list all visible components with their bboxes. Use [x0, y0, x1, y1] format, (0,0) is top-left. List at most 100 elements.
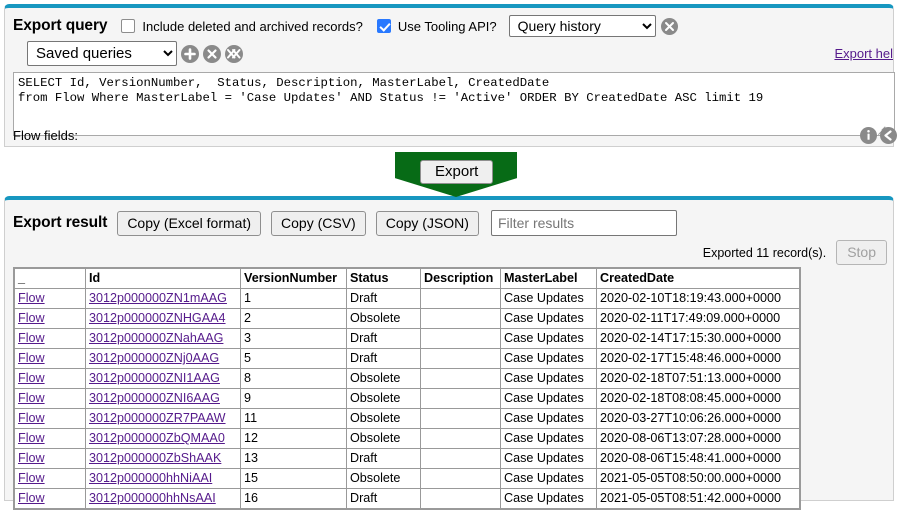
cell-object[interactable]: Flow: [13, 328, 86, 349]
cell-createddate: 2020-02-17T15:48:46.000+0000: [596, 348, 801, 369]
cell-object-link[interactable]: Flow: [18, 451, 45, 465]
results-table: _ Id VersionNumber Status Description Ma…: [13, 267, 801, 510]
cell-id[interactable]: 3012p000000ZbShAAK: [85, 448, 241, 469]
column-header-createddate[interactable]: CreatedDate: [596, 267, 801, 289]
cell-id[interactable]: 3012p000000ZNj0AAG: [85, 348, 241, 369]
column-header-description[interactable]: Description: [420, 267, 501, 289]
cell-object[interactable]: Flow: [13, 408, 86, 429]
cell-id[interactable]: 3012p000000hhNiAAI: [85, 468, 241, 489]
cell-object[interactable]: Flow: [13, 428, 86, 449]
cell-object-link[interactable]: Flow: [18, 371, 45, 385]
cell-object[interactable]: Flow: [13, 468, 86, 489]
info-circle-icon[interactable]: [860, 127, 877, 144]
cell-description: [420, 288, 501, 309]
copy-json-button[interactable]: Copy (JSON): [375, 210, 479, 236]
query-options-row: Export query Include deleted and archive…: [13, 14, 893, 38]
cell-createddate: 2020-03-27T10:06:26.000+0000: [596, 408, 801, 429]
column-header-object[interactable]: _: [13, 267, 86, 289]
cell-id-link[interactable]: 3012p000000ZR7PAAW: [89, 411, 226, 425]
cell-masterlabel: Case Updates: [500, 288, 597, 309]
circle-arrow-icon[interactable]: [880, 127, 897, 144]
include-deleted-checkbox[interactable]: [121, 19, 136, 33]
cell-id-link[interactable]: 3012p000000ZNI1AAG: [89, 371, 220, 385]
cell-object-link[interactable]: Flow: [18, 311, 45, 325]
cell-object-link[interactable]: Flow: [18, 491, 45, 505]
cell-object-link[interactable]: Flow: [18, 291, 45, 305]
cell-id[interactable]: 3012p000000ZbQMAA0: [85, 428, 241, 449]
cell-object-link[interactable]: Flow: [18, 431, 45, 445]
cell-description: [420, 348, 501, 369]
cell-object-link[interactable]: Flow: [18, 471, 45, 485]
column-header-versionnumber[interactable]: VersionNumber: [240, 267, 347, 289]
column-header-status[interactable]: Status: [346, 267, 421, 289]
table-row: Flow 3012p000000ZNI6AAG 9 Obsolete Case Upda…: [13, 388, 801, 409]
saved-queries-select[interactable]: Saved queries: [27, 41, 177, 66]
cell-description: [420, 388, 501, 409]
export-help-link[interactable]: Export hel: [834, 46, 893, 61]
cell-id[interactable]: 3012p000000ZNHGAA4: [85, 308, 241, 329]
export-button[interactable]: Export: [420, 160, 494, 184]
table-row: Flow 3012p000000ZR7PAAW 11 Obsolete Case Upd…: [13, 408, 801, 429]
cell-object[interactable]: Flow: [13, 368, 86, 389]
cell-masterlabel: Case Updates: [500, 368, 597, 389]
cell-versionnumber: 8: [240, 368, 347, 389]
cell-description: [420, 448, 501, 469]
cell-object[interactable]: Flow: [13, 348, 86, 369]
cell-masterlabel: Case Updates: [500, 468, 597, 489]
cell-createddate: 2021-05-05T08:51:42.000+0000: [596, 488, 801, 510]
use-tooling-api-checkbox[interactable]: [376, 19, 391, 33]
soql-query-textarea[interactable]: SELECT Id, VersionNumber, Status, Descri…: [13, 72, 895, 136]
cell-description: [420, 468, 501, 489]
query-history-select[interactable]: Query history: [508, 15, 656, 37]
cell-id-link[interactable]: 3012p000000ZNI6AAG: [89, 391, 220, 405]
cell-object-link[interactable]: Flow: [18, 411, 45, 425]
table-row: Flow 3012p000000ZNI1AAG 8 Obsolete Case Upda…: [13, 368, 801, 389]
cell-object[interactable]: Flow: [13, 488, 86, 510]
table-row: Flow 3012p000000hhNiAAI 15 Obsolete Case Upd…: [13, 468, 801, 489]
cell-id[interactable]: 3012p000000ZN1mAAG: [85, 288, 241, 309]
flow-fields-icons: [860, 127, 897, 144]
circle-double-x-icon[interactable]: [225, 44, 243, 63]
cell-createddate: 2020-02-14T17:15:30.000+0000: [596, 328, 801, 349]
cell-id-link[interactable]: 3012p000000ZNHGAA4: [89, 311, 226, 325]
cell-id-link[interactable]: 3012p000000ZN1mAAG: [89, 291, 227, 305]
cell-id[interactable]: 3012p000000hhNsAAI: [85, 488, 241, 510]
cell-status: Draft: [346, 328, 421, 349]
cell-object-link[interactable]: Flow: [18, 391, 45, 405]
cell-status: Obsolete: [346, 308, 421, 329]
cell-description: [420, 488, 501, 510]
stop-button[interactable]: Stop: [836, 240, 887, 265]
cell-status: Draft: [346, 448, 421, 469]
circle-x-icon-delete[interactable]: [203, 44, 221, 63]
table-row: Flow 3012p000000ZbQMAA0 12 Obsolete Case Upd…: [13, 428, 801, 449]
cell-object[interactable]: Flow: [13, 388, 86, 409]
cell-id-link[interactable]: 3012p000000ZbQMAA0: [89, 431, 225, 445]
cell-object-link[interactable]: Flow: [18, 351, 45, 365]
cell-versionnumber: 9: [240, 388, 347, 409]
circle-plus-icon[interactable]: [181, 44, 199, 63]
cell-id-link[interactable]: 3012p000000ZNahAAG: [89, 331, 223, 345]
filter-results-input[interactable]: [490, 210, 677, 236]
cell-id[interactable]: 3012p000000ZNahAAG: [85, 328, 241, 349]
cell-id[interactable]: 3012p000000ZR7PAAW: [85, 408, 241, 429]
circle-x-icon[interactable]: [660, 17, 678, 35]
table-row: Flow 3012p000000ZN1mAAG 1 Draft Case Updates…: [13, 288, 801, 309]
table-row: Flow 3012p000000ZbShAAK 13 Draft Case Update…: [13, 448, 801, 469]
cell-id[interactable]: 3012p000000ZNI1AAG: [85, 368, 241, 389]
cell-object-link[interactable]: Flow: [18, 331, 45, 345]
cell-id-link[interactable]: 3012p000000hhNsAAI: [89, 491, 216, 505]
table-row: Flow 3012p000000hhNsAAI 16 Draft Case Update…: [13, 488, 801, 510]
cell-object[interactable]: Flow: [13, 288, 86, 309]
copy-excel-button[interactable]: Copy (Excel format): [117, 210, 262, 236]
copy-csv-button[interactable]: Copy (CSV): [271, 210, 366, 236]
column-header-masterlabel[interactable]: MasterLabel: [500, 267, 597, 289]
cell-object[interactable]: Flow: [13, 448, 86, 469]
cell-id-link[interactable]: 3012p000000ZNj0AAG: [89, 351, 219, 365]
cell-masterlabel: Case Updates: [500, 428, 597, 449]
cell-object[interactable]: Flow: [13, 308, 86, 329]
cell-id-link[interactable]: 3012p000000hhNiAAI: [89, 471, 212, 485]
cell-id-link[interactable]: 3012p000000ZbShAAK: [89, 451, 221, 465]
cell-id[interactable]: 3012p000000ZNI6AAG: [85, 388, 241, 409]
cell-versionnumber: 5: [240, 348, 347, 369]
column-header-id[interactable]: Id: [85, 267, 241, 289]
